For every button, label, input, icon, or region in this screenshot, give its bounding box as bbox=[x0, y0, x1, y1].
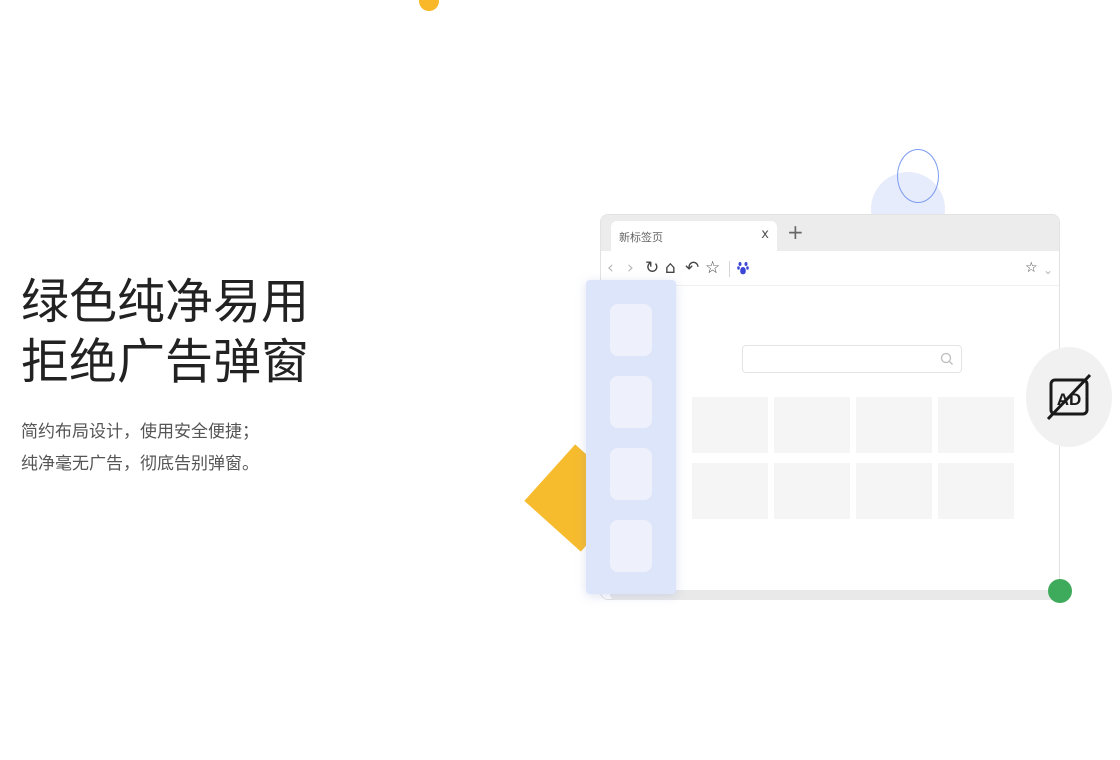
speed-dial-tile[interactable] bbox=[692, 397, 768, 453]
feature-description: 简约布局设计，使用安全便捷； 纯净毫无广告，彻底告别弹窗。 bbox=[21, 416, 259, 480]
description-line-2: 纯净毫无广告，彻底告别弹窗。 bbox=[21, 454, 259, 474]
browser-sidebar bbox=[586, 280, 676, 594]
back-icon[interactable]: ‹ bbox=[607, 258, 614, 278]
speed-dial-tile[interactable] bbox=[692, 463, 768, 519]
speed-dial-tile[interactable] bbox=[774, 463, 850, 519]
forward-icon[interactable]: › bbox=[627, 258, 634, 278]
sidebar-item[interactable] bbox=[610, 520, 652, 572]
decorative-yellow-dot bbox=[419, 0, 439, 11]
browser-tab[interactable]: 新标签页 x bbox=[611, 221, 777, 251]
tab-close-icon[interactable]: x bbox=[761, 227, 769, 242]
decorative-blue-ring bbox=[897, 149, 939, 203]
speed-dial-tile[interactable] bbox=[856, 397, 932, 453]
sidebar-item[interactable] bbox=[610, 376, 652, 428]
search-box[interactable] bbox=[742, 345, 962, 373]
favorite-star-icon[interactable]: ☆ bbox=[705, 258, 720, 278]
speed-dial-tile[interactable] bbox=[856, 463, 932, 519]
sidebar-item[interactable] bbox=[610, 304, 652, 356]
search-icon[interactable] bbox=[939, 351, 955, 367]
toolbar-separator bbox=[729, 261, 730, 277]
headline-line-1: 绿色纯净易用 bbox=[21, 274, 310, 330]
decorative-green-dot bbox=[1048, 579, 1072, 603]
browser-tab-bar: 新标签页 x + bbox=[601, 215, 1059, 251]
ad-block-icon: AD bbox=[1046, 373, 1092, 421]
description-line-1: 简约布局设计，使用安全便捷； bbox=[21, 422, 259, 442]
speed-dial-tile[interactable] bbox=[938, 463, 1014, 519]
ad-block-badge: AD bbox=[1026, 347, 1112, 447]
speed-dial-tile[interactable] bbox=[938, 397, 1014, 453]
tab-title: 新标签页 bbox=[619, 231, 663, 244]
page: 绿色纯净易用 拒绝广告弹窗 简约布局设计，使用安全便捷； 纯净毫无广告，彻底告别… bbox=[0, 0, 1120, 760]
baidu-paw-icon[interactable] bbox=[737, 261, 749, 275]
bookmark-star-icon[interactable]: ☆ bbox=[1025, 258, 1038, 278]
undo-icon[interactable]: ↶ bbox=[685, 258, 699, 278]
reload-icon[interactable]: ↻ bbox=[645, 258, 659, 278]
speed-dial-tile[interactable] bbox=[774, 397, 850, 453]
chevron-down-icon[interactable]: ⌄ bbox=[1043, 260, 1053, 280]
home-icon[interactable]: ⌂ bbox=[665, 258, 676, 278]
browser-bottom-bar bbox=[610, 590, 1056, 600]
feature-headline: 绿色纯净易用 拒绝广告弹窗 bbox=[21, 272, 309, 392]
new-tab-icon[interactable]: + bbox=[787, 221, 804, 243]
sidebar-item[interactable] bbox=[610, 448, 652, 500]
headline-line-2: 拒绝广告弹窗 bbox=[21, 334, 310, 390]
